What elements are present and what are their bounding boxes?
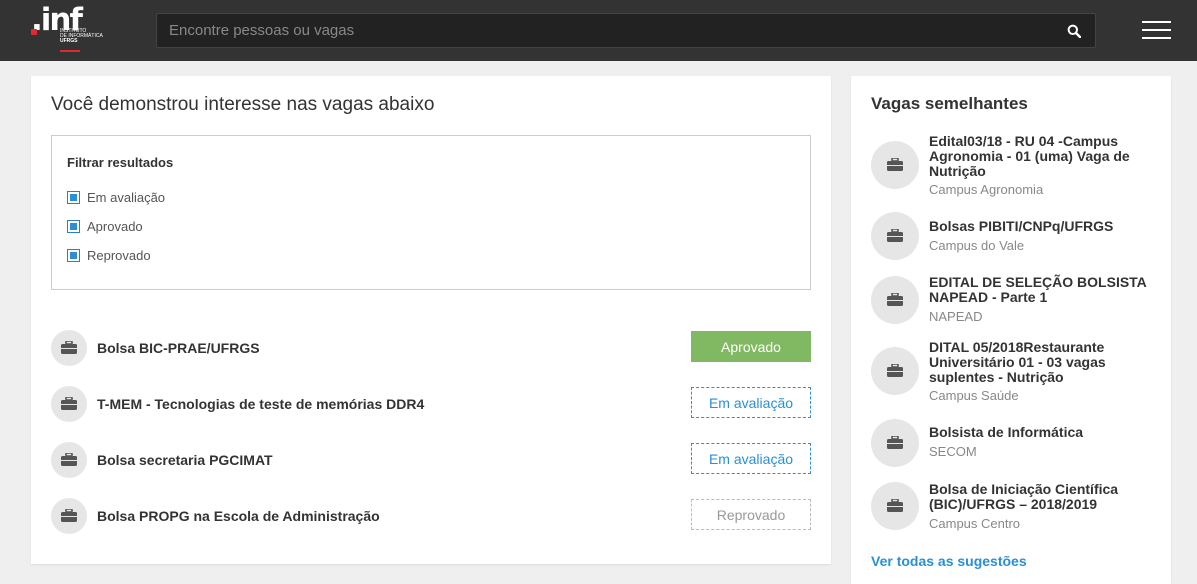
logo-subtitle: INSTITUTO DE INFORMÁTICA UFRGS [60,29,120,44]
checkbox-icon[interactable] [67,219,80,233]
filter-option-em-avaliacao[interactable]: Em avaliação [67,189,165,205]
suggestion-location: Campus Saúde [929,388,1019,403]
suggestion-location: SECOM [929,444,977,459]
job-avatar [871,141,919,189]
similar-jobs-card: Vagas semelhantes Edital03/18 - RU 04 -C… [851,76,1171,584]
job-row[interactable]: Bolsa PROPG na Escola de Administração R… [51,498,811,534]
briefcase-icon [887,364,903,377]
suggestion-item[interactable]: DITAL 05/2018Restaurante Universitário 0… [871,340,1161,403]
filter-title: Filtrar resultados [67,155,174,170]
suggestion-title[interactable]: EDITAL DE SELEÇÃO BOLSISTA NAPEAD - Part… [929,275,1154,305]
search-icon[interactable] [1067,24,1081,38]
job-avatar [871,347,919,395]
suggestion-item[interactable]: Edital03/18 - RU 04 -Campus Agronomia - … [871,134,1161,199]
checkbox-icon[interactable] [67,248,80,262]
suggestion-item[interactable]: Bolsista de Informática SECOM [871,419,1161,467]
see-all-suggestions-link[interactable]: Ver todas as sugestões [871,553,1027,569]
filter-panel: Filtrar resultados Em avaliação Aprovado… [51,135,811,290]
suggestion-title[interactable]: Bolsa de Iniciação Científica (BIC)/UFRG… [929,482,1154,512]
suggestion-location: Campus Centro [929,516,1021,531]
job-title[interactable]: Bolsa secretaria PGCIMAT [97,452,273,468]
status-badge-rejected: Reprovado [691,499,811,530]
briefcase-icon [61,509,77,522]
checkbox-icon[interactable] [67,190,80,204]
inf-ufrgs-logo[interactable]: .inf INSTITUTO DE INFORMÁTICA UFRGS [31,2,121,54]
job-row[interactable]: Bolsa secretaria PGCIMAT Em avaliação [51,442,811,478]
job-title[interactable]: T-MEM - Tecnologias de teste de memórias… [97,396,424,412]
filter-option-label: Em avaliação [87,189,166,205]
job-avatar [871,482,919,530]
suggestion-title[interactable]: Bolsista de Informática [929,425,1154,440]
briefcase-icon [887,293,903,306]
suggestion-title[interactable]: DITAL 05/2018Restaurante Universitário 0… [929,340,1154,385]
page-title: Você demonstrou interesse nas vagas abai… [51,94,435,115]
job-title[interactable]: Bolsa BIC-PRAE/UFRGS [97,340,260,356]
logo-red-dot [31,29,37,35]
logo-subtitle-line3: UFRGS [60,38,78,44]
job-avatar [871,212,919,260]
job-row[interactable]: T-MEM - Tecnologias de teste de memórias… [51,386,811,422]
suggestion-item[interactable]: Bolsa de Iniciação Científica (BIC)/UFRG… [871,482,1161,531]
job-avatar [51,442,87,478]
filter-option-label: Aprovado [87,218,143,234]
briefcase-icon [61,397,77,410]
job-avatar [51,330,87,366]
job-avatar [871,276,919,324]
status-badge-approved: Aprovado [691,331,811,362]
search-input[interactable] [157,14,1057,47]
search-bar [156,13,1096,48]
suggestion-location: Campus Agronomia [929,182,1044,197]
job-title[interactable]: Bolsa PROPG na Escola de Administração [97,508,380,524]
job-row[interactable]: Bolsa BIC-PRAE/UFRGS Aprovado [51,330,811,366]
briefcase-icon [887,158,903,171]
filter-option-aprovado[interactable]: Aprovado [67,218,143,234]
job-avatar [51,498,87,534]
suggestion-title[interactable]: Edital03/18 - RU 04 -Campus Agronomia - … [929,134,1154,179]
suggestion-location: NAPEAD [929,309,983,324]
suggestion-item[interactable]: Bolsas PIBITI/CNPq/UFRGS Campus do Vale [871,212,1161,260]
briefcase-icon [61,453,77,466]
job-avatar [871,419,919,467]
suggestion-item[interactable]: EDITAL DE SELEÇÃO BOLSISTA NAPEAD - Part… [871,275,1161,324]
briefcase-icon [887,499,903,512]
briefcase-icon [61,341,77,354]
logo-underline [60,50,80,52]
sidebar-title: Vagas semelhantes [871,94,1028,113]
briefcase-icon [887,436,903,449]
status-badge-evaluation: Em avaliação [691,387,811,418]
job-avatar [51,386,87,422]
status-badge-evaluation: Em avaliação [691,443,811,474]
top-navbar: .inf INSTITUTO DE INFORMÁTICA UFRGS [0,0,1197,61]
hamburger-menu-icon[interactable] [1142,21,1171,39]
filter-option-reprovado[interactable]: Reprovado [67,247,151,263]
filter-option-label: Reprovado [87,247,151,263]
suggestion-title[interactable]: Bolsas PIBITI/CNPq/UFRGS [929,219,1154,234]
briefcase-icon [887,229,903,242]
suggestion-location: Campus do Vale [929,238,1025,253]
interests-card: Você demonstrou interesse nas vagas abai… [31,76,831,564]
